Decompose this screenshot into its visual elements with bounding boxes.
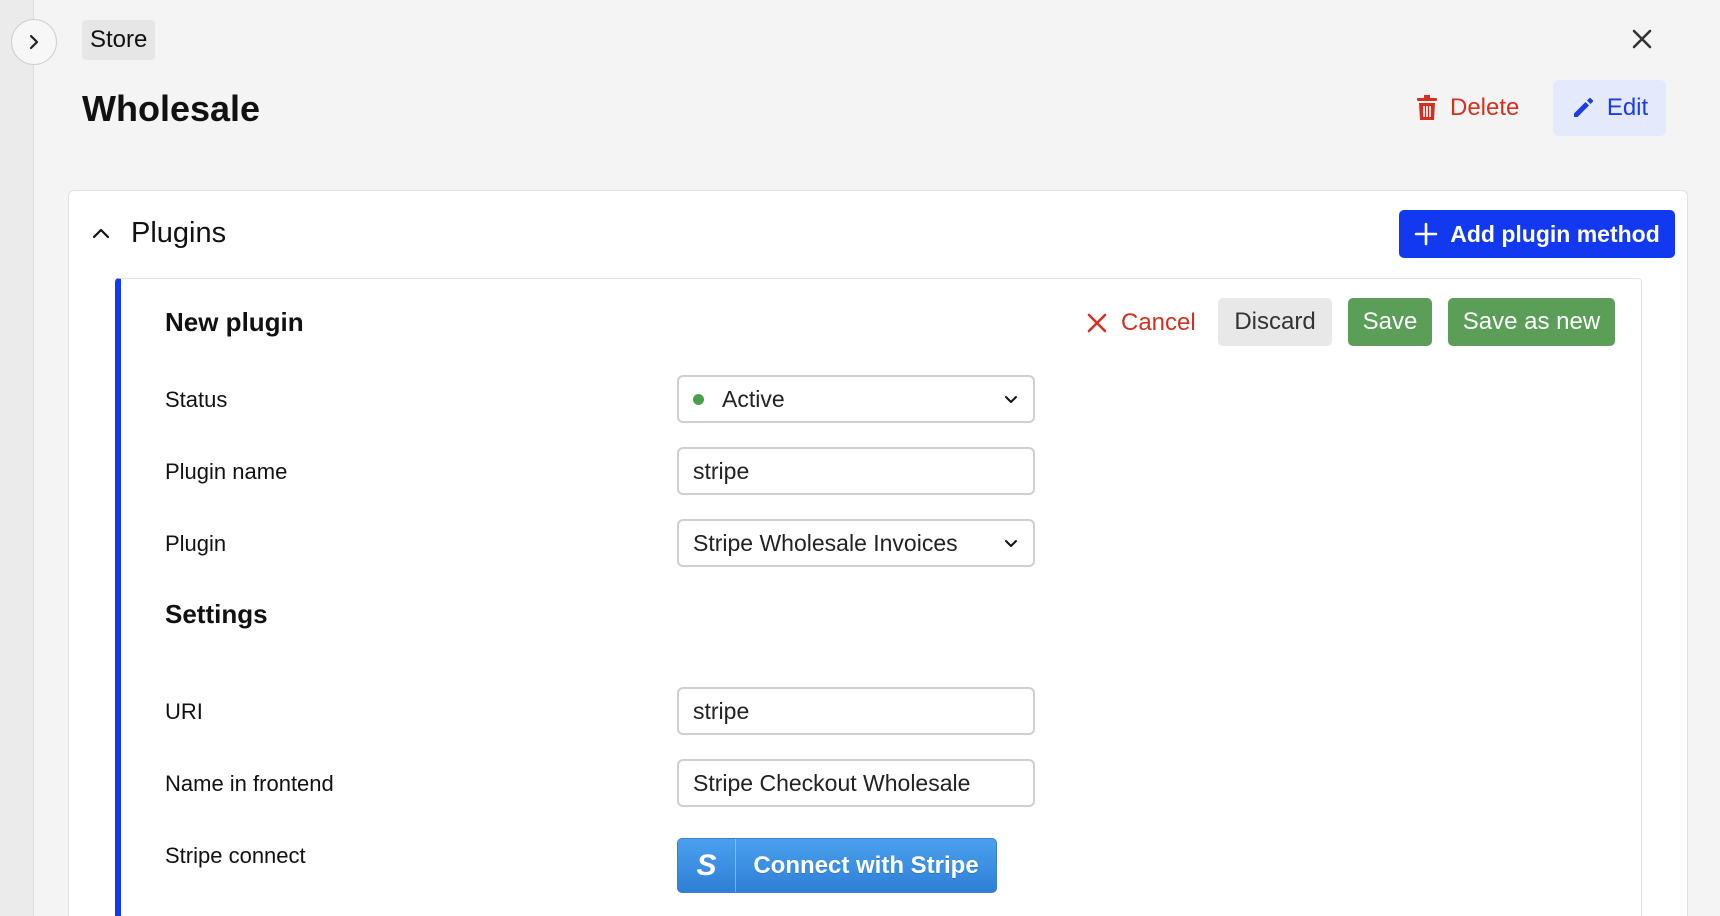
detail-panel: Store Wholesale Delete Edit Plugins Add … xyxy=(34,0,1720,916)
plugin-name-input[interactable] xyxy=(677,447,1035,495)
plugin-name-label: Plugin name xyxy=(165,459,288,484)
edit-button[interactable]: Edit xyxy=(1553,80,1666,136)
add-plugin-method-button[interactable]: Add plugin method xyxy=(1399,210,1675,258)
left-rail xyxy=(0,0,34,916)
stripe-logo-icon: S xyxy=(678,839,736,892)
plugin-label: Plugin xyxy=(165,531,227,556)
plus-icon xyxy=(1414,222,1438,246)
close-button[interactable] xyxy=(1625,22,1659,56)
uri-label: URI xyxy=(165,699,203,724)
frontend-name-label: Name in frontend xyxy=(165,771,334,796)
save-as-new-button[interactable]: Save as new xyxy=(1448,298,1615,346)
connect-with-stripe-label: Connect with Stripe xyxy=(753,851,979,879)
delete-label: Delete xyxy=(1450,94,1520,121)
pencil-icon xyxy=(1573,97,1593,117)
plugin-select[interactable]: Stripe Wholesale Invoices xyxy=(677,519,1035,567)
settings-heading: Settings xyxy=(165,599,268,629)
save-button[interactable]: Save xyxy=(1348,298,1432,346)
status-label: Status xyxy=(165,387,228,412)
uri-input[interactable] xyxy=(677,687,1035,735)
breadcrumb[interactable]: Store xyxy=(82,20,156,60)
page-title: Wholesale xyxy=(82,88,261,129)
discard-button[interactable]: Discard xyxy=(1218,298,1332,346)
frontend-name-input[interactable] xyxy=(677,759,1035,807)
trash-icon xyxy=(1417,95,1437,120)
connect-with-stripe-button[interactable]: S Connect with Stripe xyxy=(677,838,997,893)
chevron-down-icon xyxy=(1003,391,1019,407)
plugin-form: New plugin Cancel Discard Save Save as n… xyxy=(115,278,1642,916)
plugin-value: Stripe Wholesale Invoices xyxy=(693,529,958,556)
x-icon xyxy=(1087,313,1107,333)
delete-button[interactable]: Delete xyxy=(1406,82,1529,134)
status-value: Active xyxy=(722,385,785,412)
cancel-button[interactable]: Cancel xyxy=(1081,301,1202,345)
edit-label: Edit xyxy=(1606,94,1649,121)
stripe-connect-label: Stripe connect xyxy=(165,843,306,868)
plugin-form-title: New plugin xyxy=(165,307,304,337)
plugins-card: Plugins Add plugin method New plugin Can… xyxy=(68,190,1688,916)
chevron-up-icon xyxy=(92,228,110,239)
chevron-down-icon xyxy=(1003,535,1019,551)
cancel-label: Cancel xyxy=(1121,309,1196,336)
close-icon xyxy=(1632,29,1652,49)
status-active-dot xyxy=(693,393,704,405)
collapse-toggle[interactable] xyxy=(89,221,113,245)
section-title: Plugins xyxy=(131,217,227,249)
status-select[interactable]: Active xyxy=(677,375,1035,423)
chevron-right-icon xyxy=(29,34,39,50)
expand-sidebar-button[interactable] xyxy=(11,19,57,65)
add-plugin-method-label: Add plugin method xyxy=(1450,220,1660,247)
